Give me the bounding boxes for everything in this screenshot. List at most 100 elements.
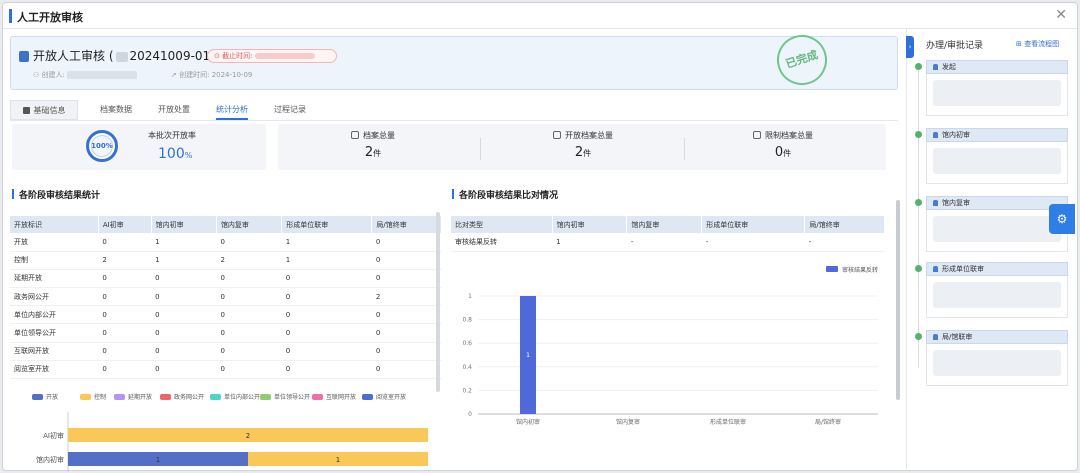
legend-label: 互联网开放 (326, 394, 357, 401)
kpi-card: 档案总量 2件 开放档案总量 2件 限制档案总量 0件 (278, 124, 886, 170)
table-cell: 0 (151, 287, 217, 307)
view-flowchart-link[interactable]: ⊞ 查看流程图 (1016, 39, 1059, 49)
rate-number: 100 (158, 146, 185, 162)
kpi-number: 2 (574, 145, 584, 160)
table-cell: 0 (281, 360, 372, 380)
table-cell: 0 (371, 305, 442, 325)
table-header-row: 比对类型 馆内初审 馆内复审 形成单位联审 局/馆终审 (451, 216, 885, 233)
scrollbar[interactable] (896, 200, 900, 400)
stacked-bar-legend: 开放 控制 延期开放 政务网公开 单位内部公开 单位领导公开 互联网开放 阅览室开放 (32, 392, 442, 404)
legend-swatch (32, 394, 43, 400)
close-icon[interactable]: ✕ (1055, 7, 1067, 23)
table-cell: 0 (281, 342, 372, 361)
column-header: 局/馆终审 (804, 216, 885, 233)
tab-basic-info[interactable]: 基础信息 (10, 100, 78, 120)
kpi-value: 2件 (298, 145, 448, 160)
tab-process-log[interactable]: 过程记录 (274, 100, 306, 120)
step-body (926, 276, 1068, 318)
redacted-content (933, 282, 1061, 308)
created-meta: ➚ 创建时间: 2024-10-09 (171, 70, 252, 80)
column-header: 馆内初审 (151, 216, 217, 233)
task-title-suffix: 20241009-01) (129, 49, 215, 63)
deadline-badge: ⊙ 截止时间: (207, 49, 337, 63)
status-dot-icon (915, 333, 922, 340)
user-icon (933, 266, 938, 272)
table-row: 阅览室开放 0 0 0 0 0 (10, 360, 442, 380)
legend-item[interactable]: 开放 (32, 392, 58, 401)
table-header-row: 开放标识 AI初审 馆内初审 馆内复审 形成单位联审 局/馆终审 (10, 216, 442, 233)
gear-icon[interactable]: ⚙ (1049, 204, 1075, 234)
step-header: 局/馆联审 (926, 330, 1068, 344)
legend-swatch (260, 394, 271, 400)
tab-archive-data[interactable]: 档案数据 (100, 100, 132, 120)
table-row: 政务网公开 0 0 0 0 2 (10, 287, 442, 307)
legend-swatch (362, 394, 373, 400)
kpi-label-text: 档案总量 (363, 131, 395, 140)
x-tick-label: 形成单位联审 (710, 418, 746, 426)
table-cell: 2 (98, 251, 152, 270)
legend-item[interactable]: 控制 (80, 392, 106, 401)
step-header: 馆内初审 (926, 128, 1068, 142)
task-title-prefix: 开放人工审核 ( (33, 49, 114, 63)
table-cell: 0 (371, 251, 442, 270)
kpi-value: 0件 (708, 145, 858, 160)
legend-label: 政务网公开 (174, 394, 205, 401)
data-label: 1 (156, 456, 160, 464)
user-icon (933, 334, 938, 340)
legend-item[interactable]: 互联网开放 (312, 392, 356, 401)
comparison-bar-chart: 审核结果反转 0 0.2 0.4 0.6 0.8 1 馆内初审 1 馆内复审 形成单位联审 局/馆终审 (462, 266, 878, 426)
tab-statistics[interactable]: 统计分析 (216, 100, 248, 120)
step-header: 发起 (926, 60, 1068, 74)
user-icon (933, 132, 938, 138)
table-body: 开放 0 1 0 1 0 控制 2 1 2 1 0 延期开放 0 0 0 0 0 政务网公开 0 0 0 0 2 单位内部公开 0… (10, 233, 442, 380)
legend-label: 审核结果反转 (842, 266, 878, 274)
creator-label: 创建人: (41, 71, 65, 79)
table-cell: - (804, 233, 885, 252)
step-label: 形成单位联审 (942, 265, 984, 273)
table-cell: - (701, 233, 805, 252)
table-cell: 0 (216, 233, 282, 252)
legend-item[interactable]: 政务网公开 (160, 392, 204, 401)
collapse-handle-icon[interactable]: › (906, 36, 914, 58)
table-cell: 0 (98, 287, 152, 307)
status-dot-icon (915, 131, 922, 138)
stamp-text: 已完成 (784, 48, 820, 71)
legend-item[interactable]: 延期开放 (114, 392, 152, 401)
table-cell: 1 (151, 251, 217, 270)
redacted-content (933, 350, 1061, 376)
table-cell: 0 (216, 323, 282, 343)
approval-step: 形成单位联审 (915, 262, 1068, 318)
redacted-text (115, 51, 128, 62)
kpi-label: 档案总量 (298, 130, 448, 141)
legend-item[interactable]: 阅览室开放 (362, 392, 406, 401)
step-body (926, 142, 1068, 184)
table-cell: 0 (281, 287, 372, 307)
table-row: 审核结果反转 1- - - (451, 233, 885, 252)
kpi-unit: 件 (373, 149, 382, 158)
created-value: 2024-10-09 (211, 71, 253, 79)
step-body (926, 210, 1068, 252)
table-cell: 开放 (10, 233, 99, 252)
legend-item[interactable]: 单位领导公开 (260, 392, 310, 401)
column-header: 比对类型 (451, 216, 553, 233)
column-header: 馆内初审 (552, 216, 628, 233)
legend-item[interactable]: 单位内部公开 (210, 392, 260, 401)
data-label: 2 (246, 432, 250, 440)
scrollbar[interactable] (436, 212, 440, 392)
table-cell: - (626, 233, 702, 252)
table-cell: 控制 (10, 251, 99, 270)
stack-icon (351, 131, 359, 139)
tab-open-disposal[interactable]: 开放处置 (158, 100, 190, 120)
table-cell: 1 (281, 251, 372, 270)
kpi-label-text: 限制档案总量 (765, 131, 813, 140)
table-cell: 0 (371, 342, 442, 361)
info-icon (22, 107, 30, 114)
status-dot-icon (915, 199, 922, 206)
created-label: 创建时间: (179, 71, 210, 79)
column-header: 形成单位联审 (701, 216, 806, 233)
table-row: 单位领导公开 0 0 0 0 0 (10, 323, 442, 343)
y-tick-label: 0.8 (462, 317, 472, 324)
y-tick-label: 0.4 (462, 364, 472, 371)
flowchart-link-text: 查看流程图 (1024, 40, 1060, 48)
tab-label: 档案数据 (100, 105, 132, 114)
